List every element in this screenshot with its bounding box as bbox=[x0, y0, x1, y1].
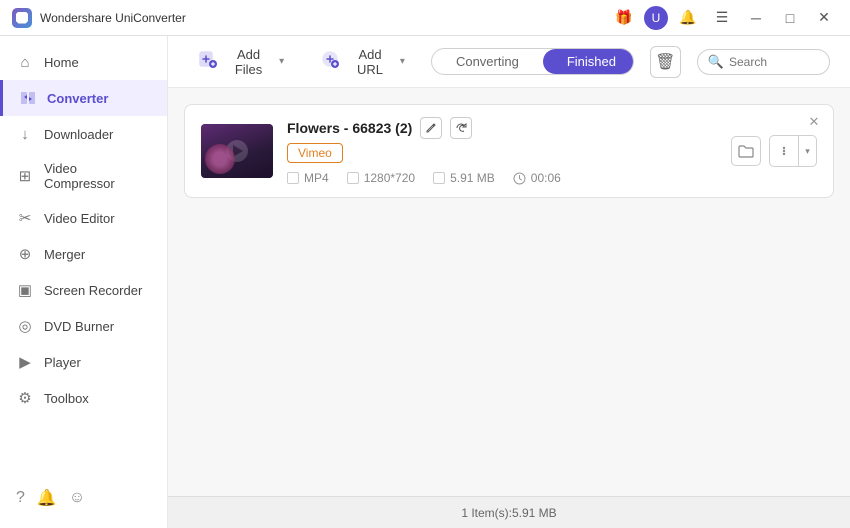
menu-icon[interactable]: ☰ bbox=[708, 4, 736, 32]
tab-converting[interactable]: Converting bbox=[432, 49, 543, 74]
sidebar-label-toolbox: Toolbox bbox=[44, 391, 89, 406]
app-icon bbox=[12, 8, 32, 28]
sidebar-label-downloader: Downloader bbox=[44, 127, 113, 142]
add-file-icon bbox=[198, 49, 218, 74]
sidebar-item-toolbox[interactable]: ⚙ Toolbox bbox=[0, 380, 167, 416]
sidebar: ⌂ Home Converter ↓ Downloader ⊞ Video Co… bbox=[0, 36, 168, 528]
help-icon[interactable]: ? bbox=[16, 489, 25, 507]
converter-icon bbox=[19, 89, 37, 107]
merger-icon: ⊕ bbox=[16, 245, 34, 263]
add-url-button[interactable]: Add URL ▾ bbox=[310, 41, 415, 83]
size-label: 5.91 MB bbox=[450, 171, 495, 185]
tabs-container: Converting Finished bbox=[431, 48, 634, 75]
resolution-checkbox[interactable] bbox=[347, 172, 359, 184]
feedback-icon[interactable]: ☺ bbox=[69, 489, 85, 507]
sidebar-label-merger: Merger bbox=[44, 247, 85, 262]
main-layout: ⌂ Home Converter ↓ Downloader ⊞ Video Co… bbox=[0, 36, 850, 528]
meta-format: MP4 bbox=[287, 171, 329, 185]
recorder-icon: ▣ bbox=[16, 281, 34, 299]
edit-name-icon[interactable] bbox=[420, 117, 442, 139]
more-arrow-icon: ▾ bbox=[798, 136, 816, 166]
sidebar-label-editor: Video Editor bbox=[44, 211, 115, 226]
more-actions-button[interactable]: ▾ bbox=[769, 135, 817, 167]
duration-label: 00:06 bbox=[531, 171, 561, 185]
add-files-label: Add Files bbox=[223, 47, 274, 77]
compressor-icon: ⊞ bbox=[16, 167, 34, 185]
dvd-icon: ◎ bbox=[16, 317, 34, 335]
clock-icon bbox=[513, 172, 526, 185]
editor-icon: ✂ bbox=[16, 209, 34, 227]
sidebar-footer: ? 🔔 ☺ bbox=[0, 476, 167, 520]
sidebar-label-dvd: DVD Burner bbox=[44, 319, 114, 334]
format-label: MP4 bbox=[304, 171, 329, 185]
sidebar-label-home: Home bbox=[44, 55, 79, 70]
sidebar-label-converter: Converter bbox=[47, 91, 108, 106]
file-actions: ▾ bbox=[731, 135, 817, 167]
meta-size: 5.91 MB bbox=[433, 171, 495, 185]
minimize-icon[interactable]: ─ bbox=[742, 4, 770, 32]
tab-finished[interactable]: Finished bbox=[543, 49, 634, 74]
more-icon bbox=[770, 136, 798, 166]
search-icon: 🔍 bbox=[708, 54, 724, 70]
meta-resolution: 1280*720 bbox=[347, 171, 415, 185]
delete-button[interactable]: 🗑 bbox=[650, 46, 681, 78]
add-url-label: Add URL bbox=[345, 47, 395, 77]
sidebar-item-video-editor[interactable]: ✂ Video Editor bbox=[0, 200, 167, 236]
vimeo-source-tag[interactable]: Vimeo bbox=[287, 143, 717, 163]
bell-icon[interactable]: 🔔 bbox=[674, 4, 702, 32]
titlebar-right: 🎁 U 🔔 ☰ ─ □ ✕ bbox=[610, 4, 838, 32]
open-folder-button[interactable] bbox=[731, 136, 761, 166]
sidebar-item-screen-recorder[interactable]: ▣ Screen Recorder bbox=[0, 272, 167, 308]
refresh-source-icon[interactable] bbox=[450, 117, 472, 139]
toolbox-icon: ⚙ bbox=[16, 389, 34, 407]
sidebar-item-video-compressor[interactable]: ⊞ Video Compressor bbox=[0, 152, 167, 200]
add-url-icon bbox=[320, 49, 340, 74]
close-icon[interactable]: ✕ bbox=[810, 4, 838, 32]
meta-duration: 00:06 bbox=[513, 171, 561, 185]
player-icon: ▶ bbox=[16, 353, 34, 371]
vimeo-label[interactable]: Vimeo bbox=[287, 143, 343, 163]
sidebar-item-home[interactable]: ⌂ Home bbox=[0, 44, 167, 80]
sidebar-item-merger[interactable]: ⊕ Merger bbox=[0, 236, 167, 272]
add-url-arrow: ▾ bbox=[400, 56, 405, 67]
file-info: Flowers - 66823 (2) bbox=[287, 117, 717, 185]
avatar-icon[interactable]: U bbox=[644, 6, 668, 30]
titlebar: Wondershare UniConverter 🎁 U 🔔 ☰ ─ □ ✕ bbox=[0, 0, 850, 36]
toolbar: Add Files ▾ Add URL ▾ Converting Finis bbox=[168, 36, 850, 88]
gift-icon[interactable]: 🎁 bbox=[610, 4, 638, 32]
file-name: Flowers - 66823 (2) bbox=[287, 120, 412, 136]
sidebar-item-downloader[interactable]: ↓ Downloader bbox=[0, 116, 167, 152]
home-icon: ⌂ bbox=[16, 53, 34, 71]
file-name-row: Flowers - 66823 (2) bbox=[287, 117, 717, 139]
sidebar-item-dvd-burner[interactable]: ◎ DVD Burner bbox=[0, 308, 167, 344]
size-checkbox[interactable] bbox=[433, 172, 445, 184]
format-checkbox[interactable] bbox=[287, 172, 299, 184]
resolution-label: 1280*720 bbox=[364, 171, 415, 185]
add-files-button[interactable]: Add Files ▾ bbox=[188, 41, 294, 83]
downloader-icon: ↓ bbox=[16, 125, 34, 143]
status-text: 1 Item(s):5.91 MB bbox=[461, 506, 556, 520]
sidebar-label-player: Player bbox=[44, 355, 81, 370]
search-box: 🔍 bbox=[697, 49, 830, 75]
add-files-arrow: ▾ bbox=[279, 56, 284, 67]
content-area: Add Files ▾ Add URL ▾ Converting Finis bbox=[168, 36, 850, 528]
file-card: ✕ Flowers - 66823 (2) bbox=[184, 104, 834, 198]
status-bar: 1 Item(s):5.91 MB bbox=[168, 496, 850, 528]
thumb-detail bbox=[205, 144, 235, 174]
titlebar-left: Wondershare UniConverter bbox=[12, 8, 186, 28]
notification-icon[interactable]: 🔔 bbox=[37, 488, 57, 508]
maximize-icon[interactable]: □ bbox=[776, 4, 804, 32]
sidebar-label-compressor: Video Compressor bbox=[44, 161, 151, 191]
file-meta: MP4 1280*720 5.91 MB bbox=[287, 171, 717, 185]
search-input[interactable] bbox=[729, 55, 819, 69]
sidebar-label-recorder: Screen Recorder bbox=[44, 283, 142, 298]
sidebar-item-player[interactable]: ▶ Player bbox=[0, 344, 167, 380]
file-thumbnail[interactable] bbox=[201, 124, 273, 178]
sidebar-item-converter[interactable]: Converter bbox=[0, 80, 167, 116]
app-title: Wondershare UniConverter bbox=[40, 11, 186, 25]
file-area: ✕ Flowers - 66823 (2) bbox=[168, 88, 850, 496]
close-file-button[interactable]: ✕ bbox=[805, 113, 823, 131]
